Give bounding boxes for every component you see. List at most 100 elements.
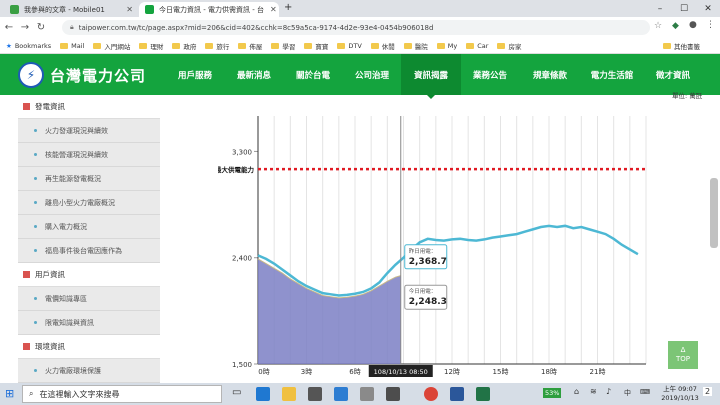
minimize-icon[interactable]: –	[648, 0, 672, 17]
bookmark-item[interactable]: 佈屋	[238, 41, 262, 51]
terminal-icon[interactable]	[386, 387, 400, 401]
sidebar-item-label: 電價知識專區	[45, 294, 87, 303]
reload-icon[interactable]: ↻	[34, 22, 48, 33]
nav-menu-item[interactable]: 業務公告	[460, 54, 520, 95]
power-usage-chart: 1,5002,4003,3000時3時6時9時12時15時18時21時最大供電能…	[218, 116, 647, 377]
ime-icon[interactable]: 中	[624, 388, 631, 398]
close-icon[interactable]: ✕	[120, 5, 133, 14]
nav-menu-item[interactable]: 最新消息	[224, 54, 284, 95]
back-to-top-button[interactable]: Δ TOP	[668, 341, 698, 369]
forward-icon[interactable]: →	[18, 22, 32, 33]
taskbar-search[interactable]: ⌕ 在這裡輸入文字來搜尋	[22, 385, 222, 403]
browser-tab[interactable]: 我參與的文章 - Mobile01 ✕	[4, 2, 139, 17]
clock-time: 上午 09:07	[663, 385, 697, 393]
sidebar-item[interactable]: 核能營運現況與續效	[18, 143, 160, 167]
tooltip-label: 昨日用電：	[409, 247, 437, 255]
chrome-icon[interactable]	[424, 387, 438, 401]
browser-tab-active[interactable]: 今日電力資訊 - 電力供需資訊 - 台 ✕	[139, 2, 279, 17]
word-icon[interactable]	[450, 387, 464, 401]
folder-icon	[466, 42, 475, 49]
sidebar-group[interactable]: 環境資訊	[18, 335, 160, 359]
sidebar-item[interactable]: 再生能源發電概況	[18, 167, 160, 191]
profile-icon[interactable]: ●	[689, 20, 697, 30]
scrollbar-thumb[interactable]	[710, 178, 718, 248]
bookmark-item[interactable]: 休閒	[370, 41, 395, 51]
tab-title: 今日電力資訊 - 電力供需資訊 - 台	[159, 5, 264, 14]
bullet-icon	[34, 369, 37, 372]
close-window-icon[interactable]: ✕	[696, 0, 720, 17]
menu-icon[interactable]: ⋮	[706, 20, 715, 30]
bookmark-item[interactable]: 寶寶	[304, 41, 328, 51]
sidebar-item[interactable]: 購入電力概況	[18, 215, 160, 239]
nav-menu-item[interactable]: 公司治理	[342, 54, 402, 95]
nav-menu-item[interactable]: 規章條款	[520, 54, 580, 95]
close-icon[interactable]: ✕	[264, 5, 277, 14]
browser-tab-strip: 我參與的文章 - Mobile01 ✕ 今日電力資訊 - 電力供需資訊 - 台 …	[0, 0, 720, 17]
sidebar-group[interactable]: 用戶資訊	[18, 263, 160, 287]
sidebar-item[interactable]: 火力發運現況與續效	[18, 119, 160, 143]
nav-menu-item[interactable]: 資訊揭露	[401, 54, 461, 99]
sidebar-group[interactable]: 發電資訊	[18, 95, 160, 119]
taipower-logo-icon[interactable]: ⚡︎	[18, 62, 44, 88]
network-icon[interactable]: ⌂	[574, 387, 579, 396]
sidebar-item-label: 福島事件後台電因應作為	[45, 246, 122, 255]
sidebar-item[interactable]: 福島事件後台電因應作為	[18, 239, 160, 263]
volume-icon[interactable]: ♪	[606, 387, 611, 396]
battery-indicator[interactable]: 53%	[543, 388, 562, 398]
system-clock[interactable]: 上午 09:07 2019/10/13	[660, 385, 700, 403]
keyboard-icon[interactable]: ⌨	[640, 388, 650, 396]
sidebar-item-label: 限電知識與資訊	[45, 318, 94, 327]
bullet-icon	[34, 321, 37, 324]
group-icon	[23, 103, 30, 110]
bookmark-label: Bookmarks	[14, 41, 52, 50]
bookmark-label: 政府	[183, 42, 197, 51]
task-view-icon[interactable]: ▭	[232, 387, 241, 398]
nav-menu-item[interactable]: 徵才資訊	[643, 54, 703, 95]
back-icon[interactable]: ←	[2, 22, 16, 33]
bookmark-item[interactable]: ★ Bookmarks	[6, 42, 51, 50]
maximize-icon[interactable]: ☐	[672, 0, 696, 17]
bookmark-item[interactable]: My	[436, 42, 457, 50]
sidebar-item[interactable]: 電價知識專區	[18, 287, 160, 311]
url-bar[interactable]: 🔒︎ taipower.com.tw/tc/page.aspx?mid=206&…	[62, 20, 650, 35]
nav-menu-item[interactable]: 電力生活館	[579, 54, 645, 95]
bookmark-item[interactable]: 政府	[172, 41, 196, 51]
notification-badge[interactable]: 2	[703, 387, 713, 396]
bookmark-item[interactable]: 醫院	[403, 41, 428, 51]
bullet-icon	[34, 153, 37, 156]
other-bookmarks[interactable]: 其他書籤	[663, 41, 700, 51]
edge-icon[interactable]	[256, 387, 270, 401]
nav-menu-item[interactable]: 關於台電	[283, 54, 343, 95]
new-tab-button[interactable]: +	[284, 2, 292, 13]
mail-icon[interactable]	[334, 387, 348, 401]
bookmark-item[interactable]: 理財	[139, 41, 163, 51]
nav-menu-item[interactable]: 用戶服務	[165, 54, 225, 95]
bookmark-item[interactable]: Mail	[60, 42, 84, 50]
bookmark-item[interactable]: 入門網站	[93, 41, 130, 51]
folder-icon	[304, 42, 313, 49]
bookmark-item[interactable]: 學習	[271, 41, 295, 51]
bookmark-item[interactable]: Car	[466, 42, 488, 50]
bookmark-label: 入門網站	[104, 42, 131, 51]
folder-icon	[497, 42, 506, 49]
bullet-icon	[34, 225, 37, 228]
windows-start-icon[interactable]: ⊞	[5, 387, 14, 400]
brand-name[interactable]: 台灣電力公司	[50, 65, 146, 86]
sidebar-item[interactable]: 離島小型火力電廠概況	[18, 191, 160, 215]
store-icon[interactable]	[360, 387, 374, 401]
wifi-icon[interactable]: ≋	[590, 387, 597, 396]
star-icon[interactable]: ☆	[654, 21, 662, 31]
taskbar: ⊞ ⌕ 在這裡輸入文字來搜尋 ▭ 53% ⌂ ≋ ♪ 中 ⌨ 上午 09:07 …	[0, 383, 720, 405]
excel-icon[interactable]	[476, 387, 490, 401]
extension-icon[interactable]: ◆	[672, 21, 679, 31]
bookmark-item[interactable]: 旅行	[205, 41, 229, 51]
file-explorer-icon[interactable]	[282, 387, 296, 401]
bookmark-item[interactable]: 房家	[497, 41, 521, 51]
sidebar-item[interactable]: 限電知識與資訊	[18, 311, 160, 335]
max-supply-label: 最大供電能力	[218, 165, 255, 174]
sidebar-item[interactable]: 火力電廠環境保護	[18, 359, 160, 383]
cursor-label: 108/10/13 08:50	[374, 368, 428, 376]
y-tick-label: 3,300	[232, 148, 252, 156]
media-player-icon[interactable]	[308, 387, 322, 401]
bookmark-item[interactable]: DTV	[337, 42, 362, 50]
